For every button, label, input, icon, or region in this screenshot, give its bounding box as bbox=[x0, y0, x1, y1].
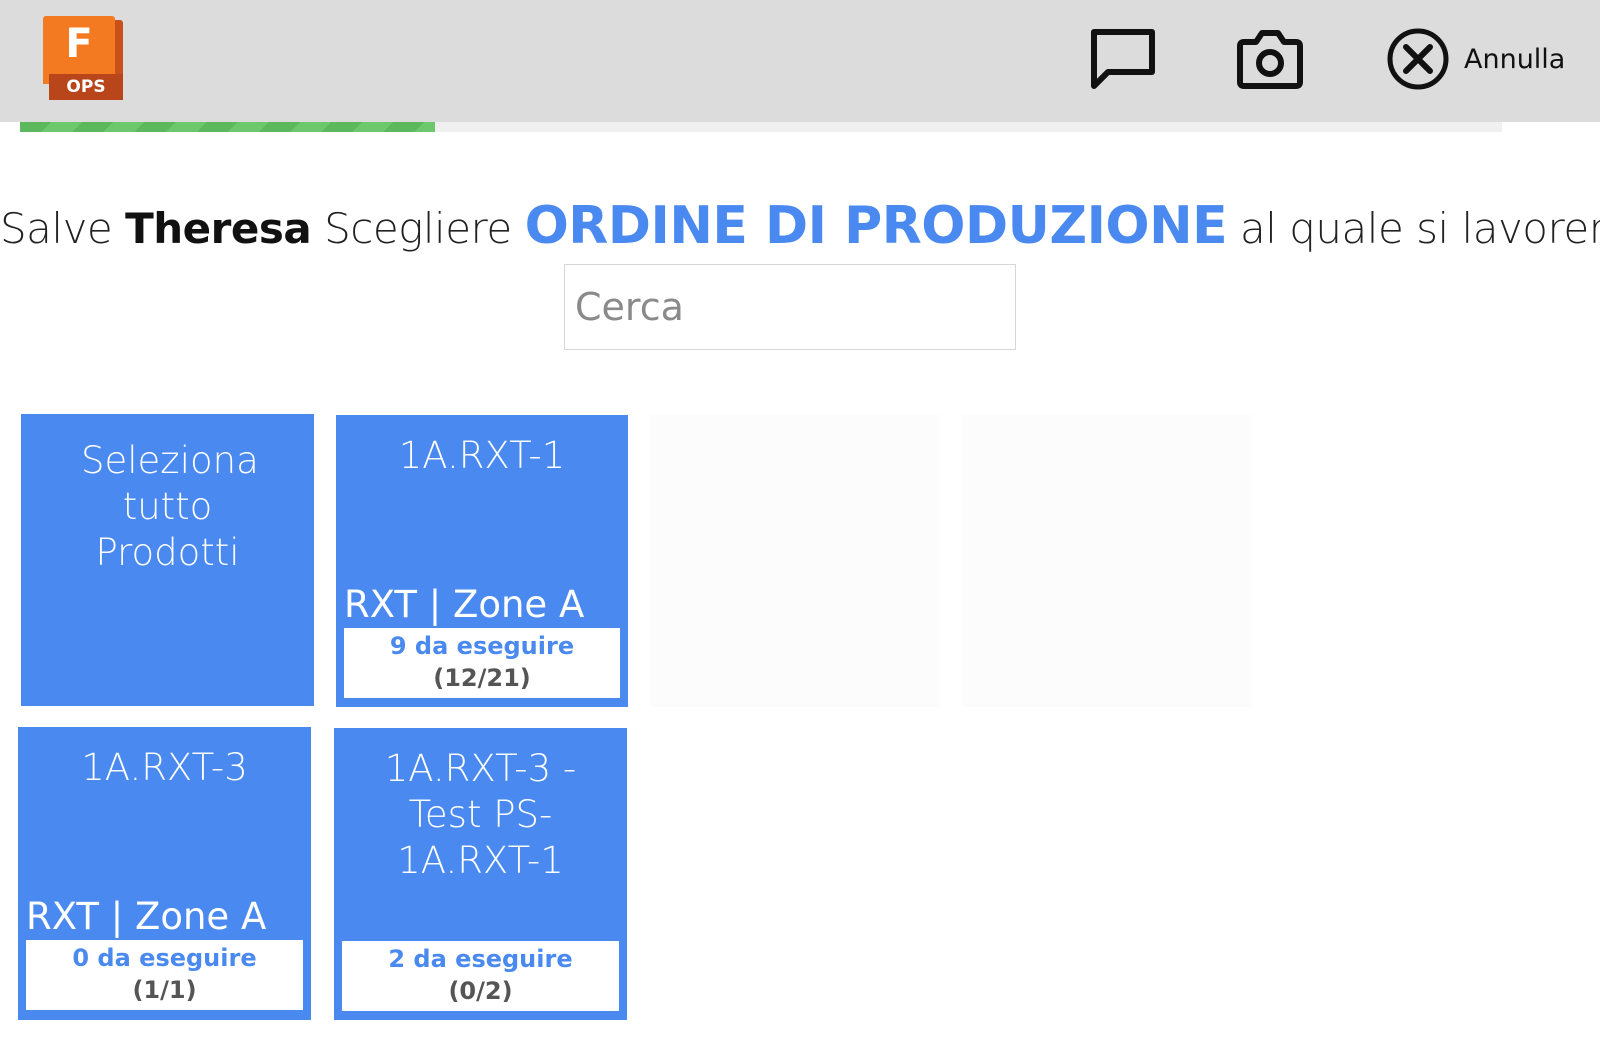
tile-subtitle: RXT | Zone A bbox=[344, 583, 585, 626]
camera-icon bbox=[1237, 30, 1303, 89]
tile-subtitle: RXT | Zone A bbox=[26, 895, 267, 938]
tile-todo: 0 da eseguire bbox=[72, 944, 257, 972]
placeholder-tile bbox=[962, 415, 1252, 707]
select-all-tile[interactable]: Seleziona tutto Prodotti bbox=[21, 414, 314, 706]
tile-title: 1A.RXT-3 - Test PS-1A.RXT-1 bbox=[384, 747, 577, 882]
progress-bar bbox=[20, 122, 1502, 132]
tile-title: 1A.RXT-3 bbox=[81, 746, 248, 789]
app-logo: F OPS bbox=[43, 16, 123, 102]
comment-button[interactable] bbox=[1088, 24, 1158, 94]
tile-status: 2 da eseguire (0/2) bbox=[342, 941, 619, 1011]
cancel-button[interactable]: Annulla bbox=[1386, 24, 1565, 94]
tile-title: 1A.RXT-1 bbox=[398, 434, 566, 477]
tile-count: (1/1) bbox=[132, 976, 197, 1004]
cancel-label: Annulla bbox=[1464, 43, 1566, 75]
order-tile[interactable]: 1A.RXT-1 RXT | Zone A 9 da eseguire (12/… bbox=[336, 415, 628, 707]
greeting-suffix: al quale si lavorerà : bbox=[1240, 204, 1600, 253]
greeting-prefix: Salve bbox=[0, 204, 113, 253]
greeting-heading: Salve Theresa Scegliere ORDINE DI PRODUZ… bbox=[0, 196, 1600, 256]
logo-letter: F bbox=[65, 21, 93, 67]
greeting-highlight: ORDINE DI PRODUZIONE bbox=[524, 196, 1228, 256]
tile-todo: 9 da eseguire bbox=[389, 632, 575, 660]
comment-icon bbox=[1091, 29, 1155, 89]
tile-status: 0 da eseguire (1/1) bbox=[26, 940, 303, 1010]
order-tile[interactable]: 1A.RXT-3 - Test PS-1A.RXT-1 2 da eseguir… bbox=[334, 728, 627, 1020]
order-tile[interactable]: 1A.RXT-3 RXT | Zone A 0 da eseguire (1/1… bbox=[18, 727, 311, 1020]
placeholder-tile bbox=[650, 415, 940, 707]
search-input[interactable] bbox=[564, 264, 1016, 350]
greeting-middle: Scegliere bbox=[324, 204, 512, 253]
tile-status: 9 da eseguire (12/21) bbox=[344, 628, 620, 698]
tile-todo: 2 da eseguire bbox=[388, 945, 573, 973]
tile-count: (12/21) bbox=[433, 664, 531, 692]
user-name: Theresa bbox=[125, 204, 312, 253]
camera-button[interactable] bbox=[1236, 24, 1304, 94]
progress-fill bbox=[20, 122, 435, 132]
tile-title: Seleziona tutto Prodotti bbox=[81, 439, 259, 574]
top-bar: F OPS Annulla bbox=[0, 0, 1600, 122]
close-circle-icon bbox=[1387, 28, 1449, 90]
tile-count: (0/2) bbox=[448, 977, 513, 1005]
logo-tag: OPS bbox=[49, 74, 123, 100]
